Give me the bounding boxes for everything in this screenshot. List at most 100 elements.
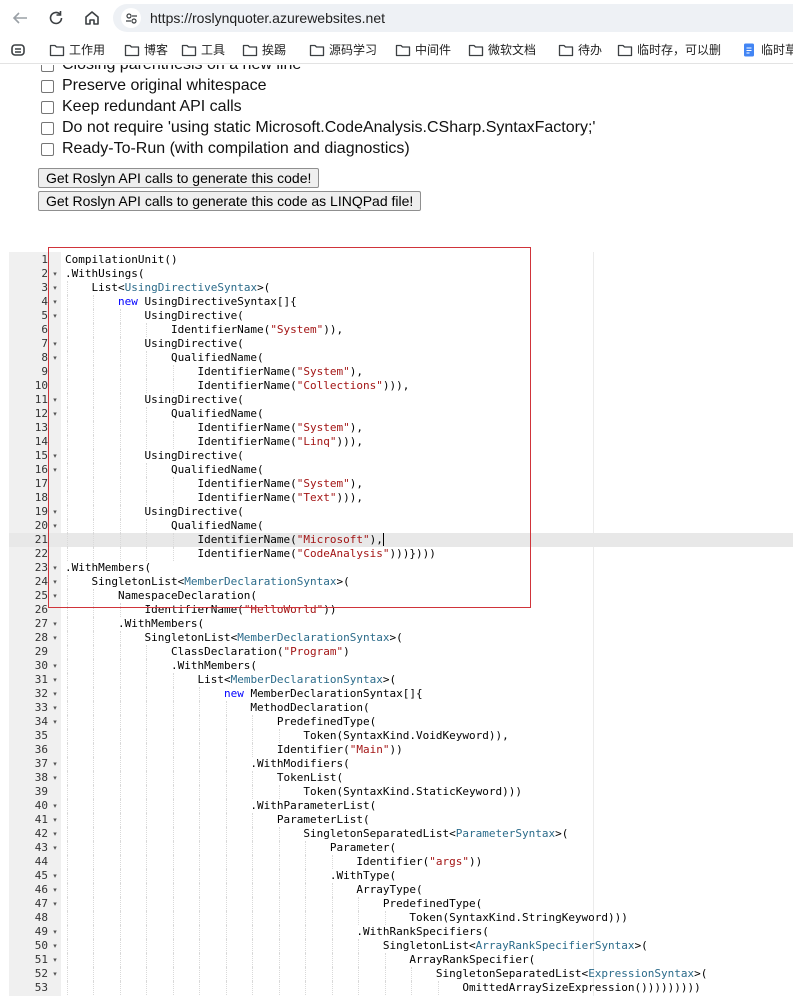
code-line[interactable]: 6 IdentifierName("System")), — [9, 323, 793, 337]
bookmark-item[interactable]: 博客 — [124, 41, 168, 59]
bookmark-item[interactable]: 临时存，可以删 — [617, 41, 721, 59]
fold-toggle-icon[interactable]: ▾ — [51, 759, 59, 769]
url-text[interactable]: https://roslynquoter.azurewebsites.net — [150, 10, 385, 26]
code-line[interactable]: 29 ClassDeclaration("Program") — [9, 645, 793, 659]
fold-toggle-icon[interactable]: ▾ — [51, 941, 59, 951]
code-line[interactable]: 49 ▾ .WithRankSpecifiers( — [9, 925, 793, 939]
fold-toggle-icon[interactable]: ▾ — [51, 619, 59, 629]
fold-toggle-icon[interactable]: ▾ — [51, 871, 59, 881]
back-button[interactable] — [7, 6, 33, 30]
option-checkbox[interactable] — [41, 100, 54, 114]
code-line[interactable]: 24 ▾ SingletonList<MemberDeclarationSynta… — [9, 575, 793, 589]
code-line[interactable]: 38 ▾ TokenList( — [9, 771, 793, 785]
code-line[interactable]: 16 ▾ QualifiedName( — [9, 463, 793, 477]
fold-toggle-icon[interactable]: ▾ — [51, 829, 59, 839]
option-checkbox-row[interactable]: Closing parenthesis on a new line — [41, 65, 301, 74]
code-line[interactable]: 1 CompilationUnit() — [9, 253, 793, 267]
fold-toggle-icon[interactable]: ▾ — [51, 661, 59, 671]
fold-toggle-icon[interactable]: ▾ — [51, 311, 59, 321]
bookmark-item[interactable]: 中间件 — [395, 41, 451, 59]
option-checkbox[interactable] — [41, 142, 54, 156]
fold-toggle-icon[interactable]: ▾ — [51, 507, 59, 517]
generate-linqpad-button[interactable]: Get Roslyn API calls to generate this co… — [38, 191, 422, 211]
code-line[interactable]: 42 ▾ SingletonSeparatedList<ParameterSynt… — [9, 827, 793, 841]
code-line[interactable]: 48 Token(SyntaxKind.StringKeyword))) — [9, 911, 793, 925]
fold-toggle-icon[interactable]: ▾ — [51, 395, 59, 405]
fold-toggle-icon[interactable]: ▾ — [51, 577, 59, 587]
code-line[interactable]: 44 Identifier("args")) — [9, 855, 793, 869]
code-line[interactable]: 26 IdentifierName("HelloWorld")) — [9, 603, 793, 617]
fold-toggle-icon[interactable]: ▾ — [51, 633, 59, 643]
fold-toggle-icon[interactable]: ▾ — [51, 675, 59, 685]
code-line[interactable]: 14 IdentifierName("Linq"))), — [9, 435, 793, 449]
fold-toggle-icon[interactable]: ▾ — [51, 689, 59, 699]
code-line[interactable]: 37 ▾ .WithModifiers( — [9, 757, 793, 771]
home-button[interactable] — [79, 6, 105, 30]
reload-button[interactable] — [43, 6, 69, 30]
code-line[interactable]: 53 OmittedArraySizeExpression())))))))) — [9, 981, 793, 995]
fold-toggle-icon[interactable]: ▾ — [51, 885, 59, 895]
code-line[interactable]: 31 ▾ List<MemberDeclarationSyntax>( — [9, 673, 793, 687]
code-line[interactable]: 36 Identifier("Main")) — [9, 743, 793, 757]
code-line[interactable]: 23 ▾ .WithMembers( — [9, 561, 793, 575]
fold-toggle-icon[interactable]: ▾ — [51, 843, 59, 853]
code-line[interactable]: 25 ▾ NamespaceDeclaration( — [9, 589, 793, 603]
code-line[interactable]: 12 ▾ QualifiedName( — [9, 407, 793, 421]
bookmark-item[interactable]: 微软文档 — [468, 41, 536, 59]
code-line[interactable]: 19 ▾ UsingDirective( — [9, 505, 793, 519]
code-line[interactable]: 15 ▾ UsingDirective( — [9, 449, 793, 463]
bookmark-item[interactable]: 源码学习 — [309, 41, 377, 59]
bookmark-item[interactable]: 工作用 — [49, 41, 105, 59]
code-editor[interactable]: 1 CompilationUnit() 2 ▾ .WithUsings(3 ▾ List<… — [9, 252, 793, 996]
code-line[interactable]: 46 ▾ ArrayType( — [9, 883, 793, 897]
code-line[interactable]: 21 IdentifierName("Microsoft"), — [9, 533, 793, 547]
option-checkbox-row[interactable]: Preserve original whitespace — [41, 77, 267, 95]
fold-toggle-icon[interactable]: ▾ — [51, 815, 59, 825]
fold-toggle-icon[interactable]: ▾ — [51, 969, 59, 979]
fold-toggle-icon[interactable]: ▾ — [51, 703, 59, 713]
code-line[interactable]: 50 ▾ SingletonList<ArrayRankSpecifierSynt… — [9, 939, 793, 953]
fold-toggle-icon[interactable]: ▾ — [51, 297, 59, 307]
code-line[interactable]: 35 Token(SyntaxKind.VoidKeyword)), — [9, 729, 793, 743]
fold-toggle-icon[interactable]: ▾ — [51, 451, 59, 461]
code-line[interactable]: 32 ▾ new MemberDeclarationSyntax[]{ — [9, 687, 793, 701]
fold-toggle-icon[interactable]: ▾ — [51, 339, 59, 349]
code-line[interactable]: 39 Token(SyntaxKind.StaticKeyword))) — [9, 785, 793, 799]
code-line[interactable]: 22 IdentifierName("CodeAnalysis")))}))) — [9, 547, 793, 561]
code-line[interactable]: 4 ▾ new UsingDirectiveSyntax[]{ — [9, 295, 793, 309]
fold-toggle-icon[interactable]: ▾ — [51, 927, 59, 937]
code-line[interactable]: 30 ▾ .WithMembers( — [9, 659, 793, 673]
option-checkbox[interactable] — [41, 121, 54, 135]
address-bar[interactable]: https://roslynquoter.azurewebsites.net — [113, 4, 793, 32]
code-line[interactable]: 11 ▾ UsingDirective( — [9, 393, 793, 407]
option-checkbox-row[interactable]: Ready-To-Run (with compilation and diagn… — [41, 140, 410, 158]
generate-button[interactable]: Get Roslyn API calls to generate this co… — [38, 168, 320, 188]
bookmark-item[interactable]: 待办 — [558, 41, 602, 59]
code-line[interactable]: 5 ▾ UsingDirective( — [9, 309, 793, 323]
code-line[interactable]: 7 ▾ UsingDirective( — [9, 337, 793, 351]
code-line[interactable]: 52 ▾ SingletonSeparatedList<ExpressionSyn… — [9, 967, 793, 981]
bookmark-item[interactable]: 工具 — [181, 41, 225, 59]
code-line[interactable]: 51 ▾ ArrayRankSpecifier( — [9, 953, 793, 967]
code-line[interactable]: 40 ▾ .WithParameterList( — [9, 799, 793, 813]
fold-toggle-icon[interactable]: ▾ — [51, 717, 59, 727]
fold-toggle-icon[interactable]: ▾ — [51, 773, 59, 783]
fold-toggle-icon[interactable]: ▾ — [51, 353, 59, 363]
fold-toggle-icon[interactable]: ▾ — [51, 409, 59, 419]
code-line[interactable]: 33 ▾ MethodDeclaration( — [9, 701, 793, 715]
code-line[interactable]: 13 IdentifierName("System"), — [9, 421, 793, 435]
fold-toggle-icon[interactable]: ▾ — [51, 283, 59, 293]
option-checkbox-row[interactable]: Do not require 'using static Microsoft.C… — [41, 119, 595, 137]
code-line[interactable]: 20 ▾ QualifiedName( — [9, 519, 793, 533]
tab-search-icon[interactable] — [10, 42, 26, 58]
code-line[interactable]: 34 ▾ PredefinedType( — [9, 715, 793, 729]
code-line[interactable]: 28 ▾ SingletonList<MemberDeclarationSynta… — [9, 631, 793, 645]
fold-toggle-icon[interactable]: ▾ — [51, 521, 59, 531]
code-line[interactable]: 41 ▾ ParameterList( — [9, 813, 793, 827]
option-checkbox[interactable] — [41, 79, 54, 93]
code-line[interactable]: 45 ▾ .WithType( — [9, 869, 793, 883]
fold-toggle-icon[interactable]: ▾ — [51, 801, 59, 811]
fold-toggle-icon[interactable]: ▾ — [51, 563, 59, 573]
option-checkbox-row[interactable]: Keep redundant API calls — [41, 98, 242, 116]
code-line[interactable]: 2 ▾ .WithUsings( — [9, 267, 793, 281]
